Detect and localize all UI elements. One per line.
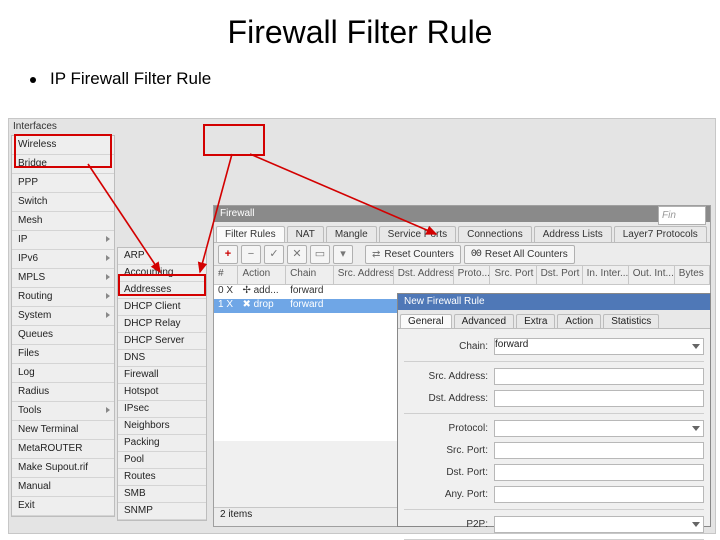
dialog-tab-extra[interactable]: Extra <box>516 314 555 328</box>
field-label: Protocol: <box>404 423 494 434</box>
disable-button[interactable]: ✕ <box>287 245 307 264</box>
reset-all-counters-button[interactable]: 00Reset All Counters <box>464 245 575 264</box>
bullet-line: IP Firewall Filter Rule <box>0 51 720 89</box>
grid-header: #ActionChainSrc. AddressDst. AddressProt… <box>214 266 710 285</box>
submenu-item-ipsec[interactable]: IPsec <box>118 401 206 418</box>
tab-service-ports[interactable]: Service Ports <box>379 226 456 242</box>
main-menu: WirelessBridgePPPSwitchMeshIPIPv6MPLSRou… <box>11 135 115 517</box>
page-title: Firewall Filter Rule <box>0 0 720 51</box>
dialog-tab-advanced[interactable]: Advanced <box>454 314 514 328</box>
app-frame: Interfaces WirelessBridgePPPSwitchMeshIP… <box>8 118 716 534</box>
field-input[interactable] <box>494 464 704 481</box>
tab-nat[interactable]: NAT <box>287 226 324 242</box>
menu-item-exit[interactable]: Exit <box>12 497 114 516</box>
field-label: Dst. Address: <box>404 393 494 404</box>
column-header[interactable]: Bytes <box>675 266 710 284</box>
column-header[interactable]: Chain <box>286 266 334 284</box>
submenu-item-snmp[interactable]: SNMP <box>118 503 206 520</box>
firewall-tabs: Filter RulesNATMangleService PortsConnec… <box>214 222 710 243</box>
menu-item-queues[interactable]: Queues <box>12 326 114 345</box>
column-header[interactable]: Out. Int... <box>629 266 675 284</box>
menu-item-wireless[interactable]: Wireless <box>12 136 114 155</box>
submenu-item-hotspot[interactable]: Hotspot <box>118 384 206 401</box>
menu-item-radius[interactable]: Radius <box>12 383 114 402</box>
column-header[interactable]: Proto... <box>454 266 491 284</box>
field-input[interactable] <box>494 486 704 503</box>
menu-item-bridge[interactable]: Bridge <box>12 155 114 174</box>
column-header[interactable]: In. Inter... <box>583 266 629 284</box>
column-header[interactable]: Src. Address <box>334 266 394 284</box>
submenu-item-firewall[interactable]: Firewall <box>118 367 206 384</box>
column-header[interactable]: Dst. Port <box>537 266 583 284</box>
field-input[interactable] <box>494 390 704 407</box>
submenu-item-addresses[interactable]: Addresses <box>118 282 206 299</box>
field-label: Chain: <box>404 341 494 352</box>
field-label: Src. Port: <box>404 445 494 456</box>
menu-item-system[interactable]: System <box>12 307 114 326</box>
menu-item-new-terminal[interactable]: New Terminal <box>12 421 114 440</box>
field-label: Dst. Port: <box>404 467 494 478</box>
bullet-text: IP Firewall Filter Rule <box>50 69 211 88</box>
ip-submenu: ARPAccountingAddressesDHCP ClientDHCP Re… <box>117 247 207 521</box>
column-header[interactable]: Src. Port <box>490 266 536 284</box>
submenu-item-pool[interactable]: Pool <box>118 452 206 469</box>
field-label: P2P: <box>404 519 494 530</box>
menu-item-log[interactable]: Log <box>12 364 114 383</box>
dialog-form: Chain:forward Src. Address: Dst. Address: P… <box>398 329 710 540</box>
comment-button[interactable]: ▭ <box>310 245 330 264</box>
filter-button[interactable]: ▾ <box>333 245 353 264</box>
menu-item-routing[interactable]: Routing <box>12 288 114 307</box>
field-input[interactable] <box>494 420 704 437</box>
submenu-item-accounting[interactable]: Accounting <box>118 265 206 282</box>
menu-item-ipv6[interactable]: IPv6 <box>12 250 114 269</box>
dialog-tab-general[interactable]: General <box>400 314 452 328</box>
submenu-item-dhcp-client[interactable]: DHCP Client <box>118 299 206 316</box>
submenu-item-packing[interactable]: Packing <box>118 435 206 452</box>
submenu-item-dhcp-server[interactable]: DHCP Server <box>118 333 206 350</box>
menu-item-metarouter[interactable]: MetaROUTER <box>12 440 114 459</box>
column-header[interactable]: Dst. Address <box>394 266 454 284</box>
submenu-item-routes[interactable]: Routes <box>118 469 206 486</box>
find-input[interactable]: Fin <box>658 206 706 225</box>
dialog-tab-action[interactable]: Action <box>557 314 601 328</box>
submenu-item-neighbors[interactable]: Neighbors <box>118 418 206 435</box>
column-header[interactable]: Action <box>238 266 286 284</box>
dialog-tabs: GeneralAdvancedExtraActionStatistics <box>398 310 710 329</box>
menu-item-switch[interactable]: Switch <box>12 193 114 212</box>
submenu-item-dns[interactable]: DNS <box>118 350 206 367</box>
toolbar: + − ✓ ✕ ▭ ▾ ⇄Reset Counters 00Reset All … <box>214 243 710 266</box>
submenu-item-arp[interactable]: ARP <box>118 248 206 265</box>
tab-layer7-protocols[interactable]: Layer7 Protocols <box>614 226 707 242</box>
tab-connections[interactable]: Connections <box>458 226 532 242</box>
menu-item-ip[interactable]: IP <box>12 231 114 250</box>
menu-item-mesh[interactable]: Mesh <box>12 212 114 231</box>
menu-item-files[interactable]: Files <box>12 345 114 364</box>
field-input[interactable]: forward <box>494 338 704 355</box>
tab-address-lists[interactable]: Address Lists <box>534 226 612 242</box>
submenu-item-smb[interactable]: SMB <box>118 486 206 503</box>
menu-item-manual[interactable]: Manual <box>12 478 114 497</box>
submenu-item-dhcp-relay[interactable]: DHCP Relay <box>118 316 206 333</box>
window-title: Firewall <box>214 206 710 222</box>
remove-button[interactable]: − <box>241 245 261 264</box>
field-label: Src. Address: <box>404 371 494 382</box>
new-rule-dialog: New Firewall Rule GeneralAdvancedExtraAc… <box>397 293 711 527</box>
dialog-tab-statistics[interactable]: Statistics <box>603 314 659 328</box>
field-input[interactable] <box>494 516 704 533</box>
field-label: Any. Port: <box>404 489 494 500</box>
field-input[interactable] <box>494 368 704 385</box>
menu-item-mpls[interactable]: MPLS <box>12 269 114 288</box>
field-input[interactable] <box>494 442 704 459</box>
tab-mangle[interactable]: Mangle <box>326 226 377 242</box>
tab-filter-rules[interactable]: Filter Rules <box>216 226 285 242</box>
menu-header: Interfaces <box>13 121 57 132</box>
dialog-title: New Firewall Rule <box>398 294 710 310</box>
menu-item-tools[interactable]: Tools <box>12 402 114 421</box>
menu-item-ppp[interactable]: PPP <box>12 174 114 193</box>
reset-counters-button[interactable]: ⇄Reset Counters <box>365 245 461 264</box>
enable-button[interactable]: ✓ <box>264 245 284 264</box>
add-button[interactable]: + <box>218 245 238 264</box>
column-header[interactable]: # <box>214 266 238 284</box>
menu-item-make-supout-rif[interactable]: Make Supout.rif <box>12 459 114 478</box>
